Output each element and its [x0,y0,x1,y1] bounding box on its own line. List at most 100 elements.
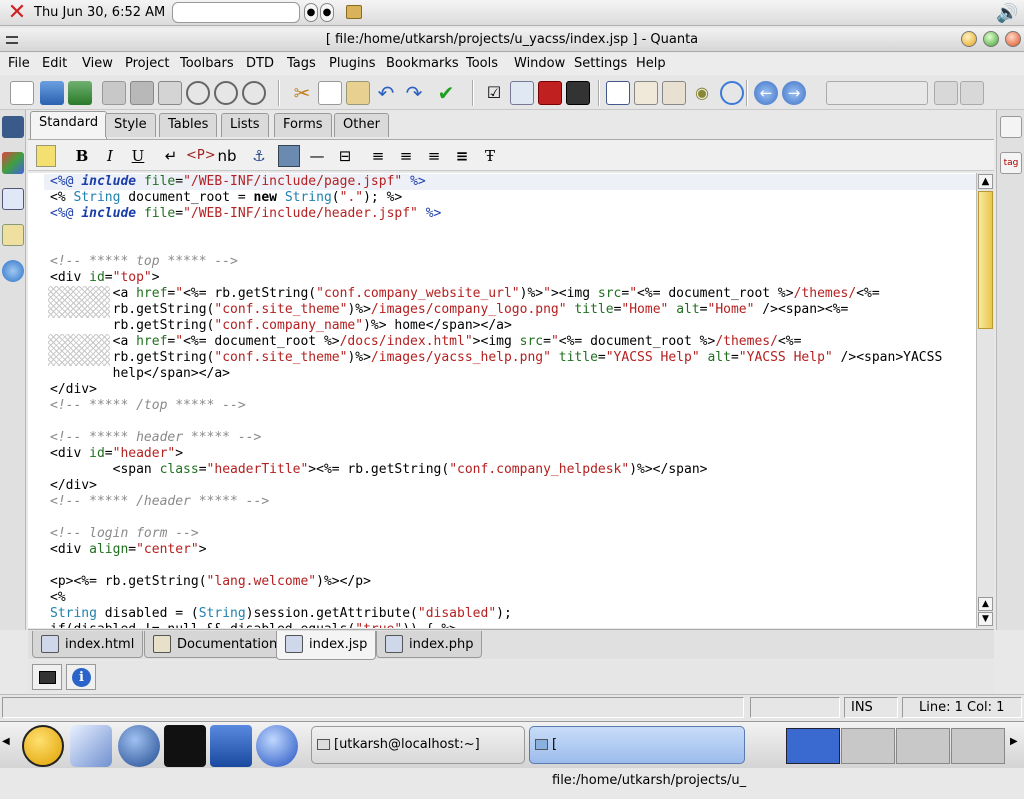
undo-icon[interactable]: ↶ [374,81,398,105]
tab-index-jsp[interactable]: index.jsp [276,631,377,660]
redo-icon[interactable]: ↷ [402,81,426,105]
run-command-input[interactable] [172,2,300,23]
comment-icon[interactable]: ⊟ [334,145,356,167]
align-right-icon[interactable]: ≡ [424,145,444,167]
anchor-icon[interactable]: ⚓ [248,145,270,167]
copy-icon[interactable] [318,81,342,105]
desktop-pager-1[interactable] [786,728,840,764]
menu-settings[interactable]: Settings [574,56,627,71]
find-icon[interactable] [186,81,210,105]
tab-lists[interactable]: Lists [221,113,269,137]
open-project-icon[interactable] [68,81,92,105]
desktop-pager-2[interactable] [841,728,895,764]
menu-bookmarks[interactable]: Bookmarks [386,56,459,71]
scripts-tree-icon[interactable] [2,260,24,282]
image-icon[interactable] [278,145,300,167]
desktop-pager-3[interactable] [896,728,950,764]
browser-launcher-icon[interactable] [118,725,160,767]
align-left-icon[interactable]: ≡ [368,145,388,167]
menu-window[interactable]: Window [514,56,565,71]
tab-forms[interactable]: Forms [274,113,332,137]
horizontal-rule-icon[interactable]: — [306,145,328,167]
scroll-up-icon[interactable]: ▲ [978,174,993,189]
mms-launcher-icon[interactable] [256,725,298,767]
code-editor[interactable]: <%@ include file="/WEB-INF/include/page.… [44,173,976,628]
menu-project[interactable]: Project [125,56,169,71]
radio-button-icon[interactable]: ● [304,3,318,22]
line-break-icon[interactable]: ↵ [160,145,182,167]
task-terminal[interactable]: [utkarsh@localhost:~] [311,726,525,764]
tab-standard[interactable]: Standard [30,111,108,139]
open-file-icon[interactable] [40,81,64,105]
tab-index-php[interactable]: index.php [376,631,483,658]
preview-eye-icon[interactable]: ◉ [690,81,714,105]
scroll-down-icon[interactable]: ▼ [978,612,993,626]
menu-dtd[interactable]: DTD [246,56,274,71]
scroll-right-icon[interactable]: ▶ [1010,736,1018,747]
tab-style[interactable]: Style [105,113,156,137]
templates-tree-icon[interactable] [2,188,24,210]
desktop-pager-4[interactable] [951,728,1005,764]
back-icon[interactable]: ← [754,81,778,105]
tab-documentation[interactable]: Documentation [144,631,287,658]
zoom-out-icon[interactable] [242,81,266,105]
zoom-in-icon[interactable] [214,81,238,105]
terminal-launcher-icon[interactable] [164,725,206,767]
cut-icon[interactable]: ✂ [290,81,314,105]
scroll-up-small-icon[interactable]: ▲ [978,597,993,611]
quickstart-icon[interactable] [36,145,56,167]
spellcheck-icon[interactable]: ✔ [434,81,458,105]
minimize-button[interactable] [961,31,977,47]
nbsp-button[interactable]: nb [214,145,240,167]
menu-help[interactable]: Help [636,56,666,71]
menu-tags[interactable]: Tags [287,56,316,71]
documentation-icon[interactable] [1000,116,1022,138]
save-icon[interactable] [102,81,126,105]
tab-tables[interactable]: Tables [159,113,218,137]
close-button[interactable] [1005,31,1021,47]
window-titlebar[interactable]: [ file:/home/utkarsh/projects/u_yacss/in… [0,28,1024,52]
new-file-icon[interactable] [10,81,34,105]
tab-index-html[interactable]: index.html [32,631,144,658]
xsl-icon[interactable] [566,81,590,105]
forward-icon[interactable]: → [782,81,806,105]
text-format-icon[interactable]: Ŧ [480,145,500,167]
scroll-left-icon[interactable]: ◀ [2,736,10,747]
align-center-icon[interactable]: ≡ [396,145,416,167]
menu-tools[interactable]: Tools [466,56,498,71]
paste-icon[interactable] [346,81,370,105]
editor-scrollbar[interactable]: ▲ ▲ ▼ [976,173,994,628]
underline-button[interactable]: U [128,145,148,167]
preview-icon[interactable] [510,81,534,105]
logout-icon[interactable]: ✕ [6,2,28,24]
menu-toolbars[interactable]: Toolbars [180,56,234,71]
save-all-icon[interactable] [130,81,154,105]
maximize-button[interactable] [983,31,999,47]
menu-view[interactable]: View [82,56,113,71]
plugin-icon[interactable] [538,81,562,105]
volume-icon[interactable]: 🔊 [996,3,1018,24]
editor-launcher-icon[interactable] [70,725,112,767]
split-view-icon[interactable] [662,81,686,105]
tab-other[interactable]: Other [334,113,389,137]
justify-icon[interactable]: ≡ [452,145,472,167]
file-manager-launcher-icon[interactable] [210,725,252,767]
problem-reporter-button[interactable]: i [66,664,96,690]
notes-applet-icon[interactable] [346,5,362,19]
attribute-editor-icon[interactable]: tag [1000,152,1022,174]
files-tree-icon[interactable] [2,116,24,138]
checkbox-icon[interactable]: ☑ [482,81,506,105]
dtd-select[interactable] [826,81,928,105]
clock[interactable]: Thu Jun 30, 6:52 AM [34,5,165,20]
reload-icon[interactable] [720,81,744,105]
menu-edit[interactable]: Edit [42,56,67,71]
message-output-button[interactable] [32,664,62,690]
vpl-view-icon[interactable] [634,81,658,105]
print-icon[interactable] [158,81,182,105]
task-quanta[interactable]: [ file:/home/utkarsh/projects/u_ [529,726,746,788]
italic-button[interactable]: I [100,145,120,167]
scroll-thumb[interactable] [978,191,993,329]
bold-button[interactable]: B [72,145,92,167]
menu-plugins[interactable]: Plugins [329,56,376,71]
kde-menu-icon[interactable] [22,725,64,767]
